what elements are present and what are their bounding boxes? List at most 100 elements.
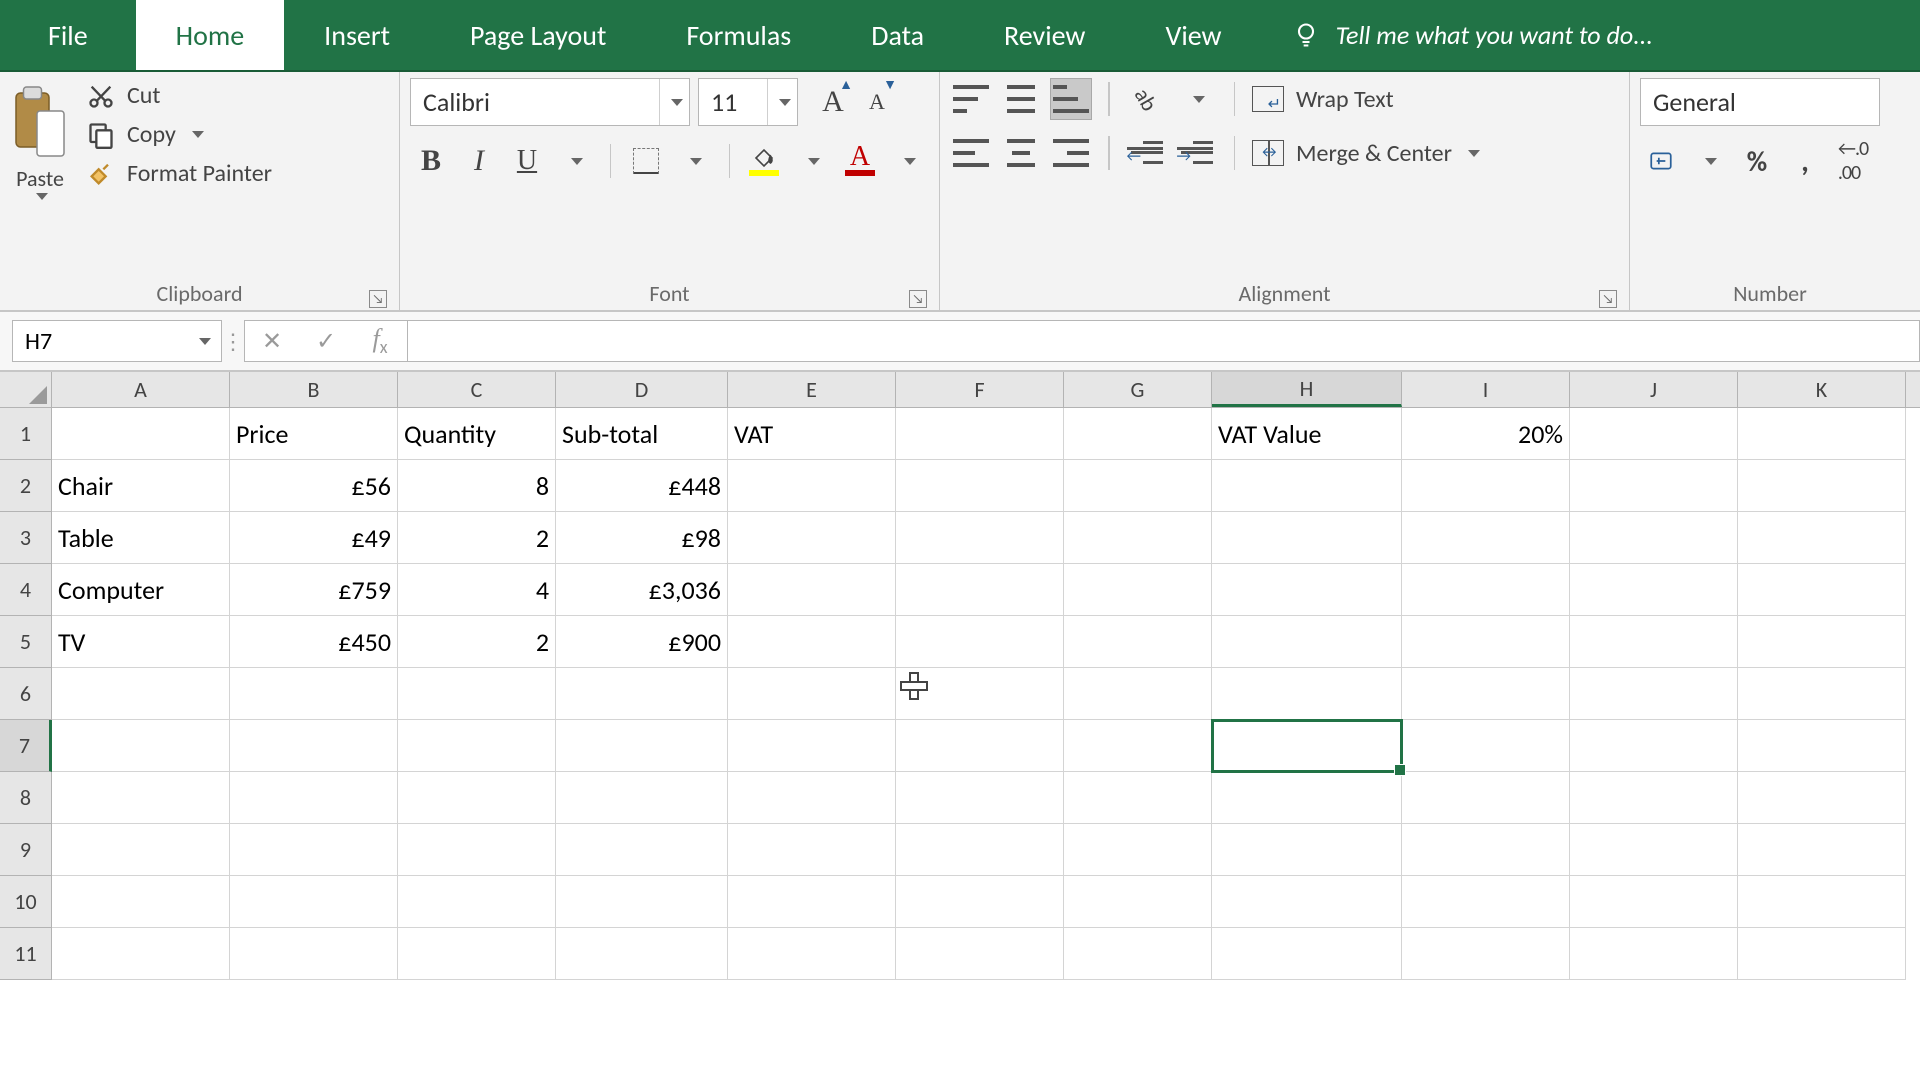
cell-E5[interactable]: [728, 616, 896, 668]
percent-format-button[interactable]: %: [1736, 140, 1778, 182]
italic-button[interactable]: I: [458, 140, 500, 182]
cell-G2[interactable]: [1064, 460, 1212, 512]
cell-H1[interactable]: VAT Value: [1212, 408, 1402, 460]
cell-F5[interactable]: [896, 616, 1064, 668]
cell-B3[interactable]: £49: [230, 512, 398, 564]
cell-F3[interactable]: [896, 512, 1064, 564]
cell-A7[interactable]: [52, 720, 230, 772]
row-header-1[interactable]: 1: [0, 408, 52, 460]
select-all-corner[interactable]: [0, 372, 52, 407]
underline-button[interactable]: U: [506, 140, 548, 182]
cell-J1[interactable]: [1570, 408, 1738, 460]
column-header-E[interactable]: E: [728, 372, 896, 407]
cell-E3[interactable]: [728, 512, 896, 564]
cell-G3[interactable]: [1064, 512, 1212, 564]
cell-A3[interactable]: Table: [52, 512, 230, 564]
grow-font-button[interactable]: A▲: [812, 81, 854, 123]
cell-K5[interactable]: [1738, 616, 1906, 668]
cell-C9[interactable]: [398, 824, 556, 876]
cell-B1[interactable]: Price: [230, 408, 398, 460]
underline-dropdown[interactable]: [554, 140, 596, 182]
column-header-B[interactable]: B: [230, 372, 398, 407]
cell-J6[interactable]: [1570, 668, 1738, 720]
cell-G10[interactable]: [1064, 876, 1212, 928]
cell-F10[interactable]: [896, 876, 1064, 928]
cell-D5[interactable]: £900: [556, 616, 728, 668]
orientation-dropdown[interactable]: [1176, 78, 1218, 120]
cell-E8[interactable]: [728, 772, 896, 824]
cell-A1[interactable]: [52, 408, 230, 460]
cell-K6[interactable]: [1738, 668, 1906, 720]
cell-E2[interactable]: [728, 460, 896, 512]
cell-E7[interactable]: [728, 720, 896, 772]
cell-J7[interactable]: [1570, 720, 1738, 772]
name-box-splitter[interactable]: [222, 312, 244, 370]
borders-dropdown[interactable]: [673, 140, 715, 182]
cancel-formula-button[interactable]: ✕: [245, 321, 299, 361]
cell-J9[interactable]: [1570, 824, 1738, 876]
cell-K4[interactable]: [1738, 564, 1906, 616]
cell-H10[interactable]: [1212, 876, 1402, 928]
cell-E6[interactable]: [728, 668, 896, 720]
column-header-C[interactable]: C: [398, 372, 556, 407]
borders-button[interactable]: [625, 140, 667, 182]
cell-H2[interactable]: [1212, 460, 1402, 512]
cell-C5[interactable]: 2: [398, 616, 556, 668]
cell-B5[interactable]: £450: [230, 616, 398, 668]
cell-F2[interactable]: [896, 460, 1064, 512]
cell-K7[interactable]: [1738, 720, 1906, 772]
cell-G4[interactable]: [1064, 564, 1212, 616]
cell-D7[interactable]: [556, 720, 728, 772]
cell-J3[interactable]: [1570, 512, 1738, 564]
cell-B7[interactable]: [230, 720, 398, 772]
cell-G8[interactable]: [1064, 772, 1212, 824]
row-header-8[interactable]: 8: [0, 772, 52, 824]
tab-file[interactable]: File: [0, 0, 136, 70]
align-middle-button[interactable]: [1000, 78, 1042, 120]
tab-home[interactable]: Home: [136, 0, 285, 70]
cell-H5[interactable]: [1212, 616, 1402, 668]
cell-A8[interactable]: [52, 772, 230, 824]
cell-I2[interactable]: [1402, 460, 1570, 512]
tab-page-layout[interactable]: Page Layout: [430, 0, 646, 70]
cell-B2[interactable]: £56: [230, 460, 398, 512]
cell-I1[interactable]: 20%: [1402, 408, 1570, 460]
paste-dropdown-icon[interactable]: [36, 193, 48, 200]
cell-H3[interactable]: [1212, 512, 1402, 564]
cell-D10[interactable]: [556, 876, 728, 928]
cell-A9[interactable]: [52, 824, 230, 876]
column-header-D[interactable]: D: [556, 372, 728, 407]
row-header-5[interactable]: 5: [0, 616, 52, 668]
cell-B11[interactable]: [230, 928, 398, 980]
align-left-button[interactable]: [950, 132, 992, 174]
row-header-4[interactable]: 4: [0, 564, 52, 616]
cell-I9[interactable]: [1402, 824, 1570, 876]
cell-K10[interactable]: [1738, 876, 1906, 928]
cell-B9[interactable]: [230, 824, 398, 876]
cell-A5[interactable]: TV: [52, 616, 230, 668]
column-header-K[interactable]: K: [1738, 372, 1906, 407]
cell-D8[interactable]: [556, 772, 728, 824]
formula-input[interactable]: [408, 320, 1920, 362]
cell-E10[interactable]: [728, 876, 896, 928]
cell-K9[interactable]: [1738, 824, 1906, 876]
cell-G11[interactable]: [1064, 928, 1212, 980]
shrink-font-button[interactable]: A▼: [856, 81, 898, 123]
cell-C10[interactable]: [398, 876, 556, 928]
increase-decimal-button[interactable]: ←.0.00: [1832, 140, 1874, 182]
cell-F8[interactable]: [896, 772, 1064, 824]
row-header-6[interactable]: 6: [0, 668, 52, 720]
align-bottom-button[interactable]: [1050, 78, 1092, 120]
cell-C4[interactable]: 4: [398, 564, 556, 616]
decrease-indent-button[interactable]: [1126, 132, 1168, 174]
row-header-2[interactable]: 2: [0, 460, 52, 512]
cell-H11[interactable]: [1212, 928, 1402, 980]
paste-button[interactable]: Paste: [15, 164, 65, 193]
wrap-text-button[interactable]: Wrap Text: [1251, 78, 1395, 120]
tab-view[interactable]: View: [1125, 0, 1261, 70]
tab-insert[interactable]: Insert: [284, 0, 430, 70]
cell-A6[interactable]: [52, 668, 230, 720]
fill-color-button[interactable]: [743, 140, 785, 182]
align-top-button[interactable]: [950, 78, 992, 120]
cell-C8[interactable]: [398, 772, 556, 824]
